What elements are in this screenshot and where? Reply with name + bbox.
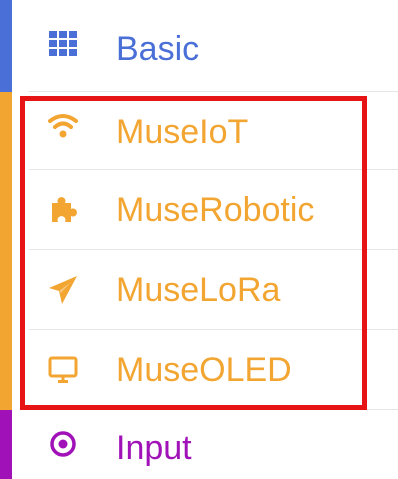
monitor-icon [47, 354, 79, 386]
menu-item-muselora[interactable]: MuseLoRa [0, 250, 398, 330]
category-color-bar [0, 250, 12, 330]
category-color-bar [0, 92, 12, 170]
menu-item-label: MuseOLED [116, 351, 292, 389]
menu-item-input[interactable]: Input [0, 410, 398, 479]
category-color-bar [0, 410, 12, 479]
category-color-bar [0, 0, 12, 92]
menu-item-label: MuseLoRa [116, 271, 281, 309]
menu-item-museoled[interactable]: MuseOLED [0, 330, 398, 410]
puzzle-icon [47, 194, 79, 226]
category-menu: Basic MuseIoT MuseRobotic MuseLoRa MuseO… [0, 0, 398, 479]
grid-icon [47, 28, 79, 60]
paper-plane-icon [47, 274, 79, 306]
menu-item-muserobotic[interactable]: MuseRobotic [0, 170, 398, 250]
wifi-icon [47, 110, 79, 142]
radio-target-icon [47, 428, 79, 460]
menu-item-museiot[interactable]: MuseIoT [0, 92, 398, 170]
menu-item-label: Input [116, 429, 192, 467]
category-color-bar [0, 330, 12, 410]
menu-item-basic[interactable]: Basic [0, 0, 398, 92]
menu-item-label: Basic [116, 30, 200, 68]
menu-item-label: MuseIoT [116, 113, 249, 151]
menu-item-label: MuseRobotic [116, 191, 315, 229]
category-color-bar [0, 170, 12, 250]
